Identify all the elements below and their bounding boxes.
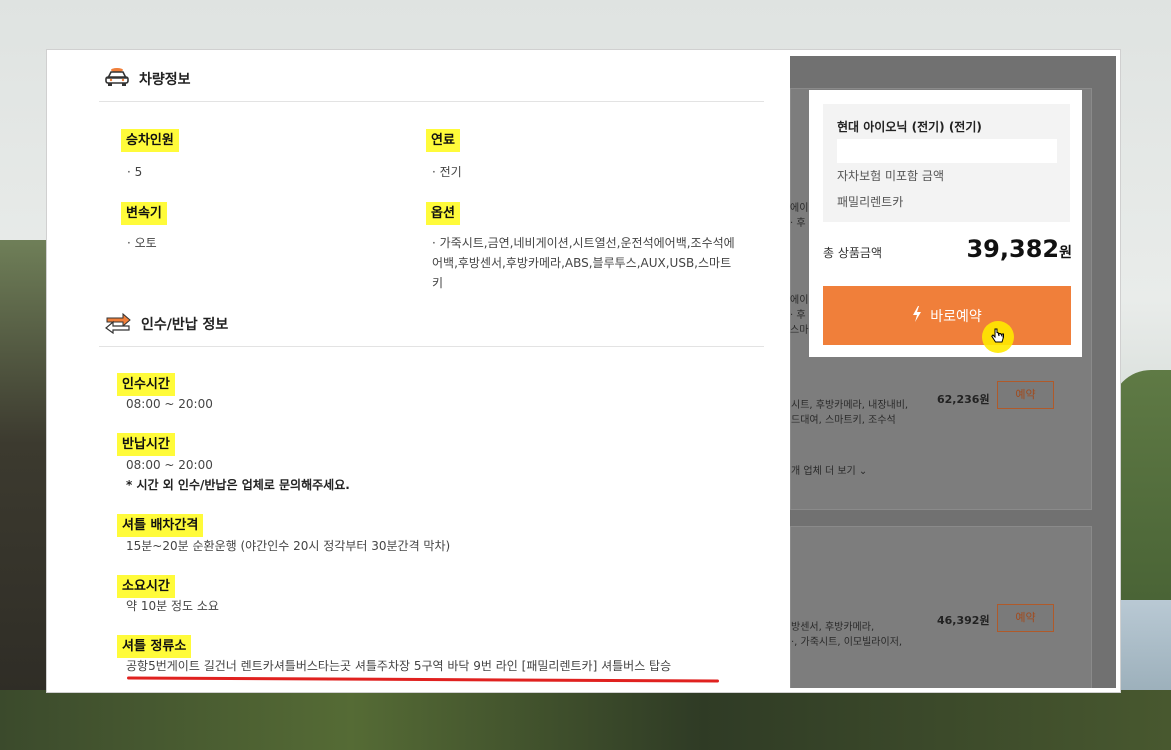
detail-panel: 차량정보 승차인원 · 5 연료 · 전기 변속기 · 오토 옵션 · 가죽시트… — [53, 56, 790, 688]
pickup-time-label: 인수시간 — [117, 373, 175, 396]
pickup-return-header: 인수/반납 정보 — [103, 310, 228, 338]
screenshot-frame: 차량정보 승차인원 · 5 연료 · 전기 변속기 · 오토 옵션 · 가죽시트… — [46, 49, 1121, 693]
row-price: 46,392원 — [937, 614, 990, 627]
return-time-label: 반납시간 — [117, 433, 175, 456]
row-price: 62,236원 — [937, 393, 990, 406]
transmission-value: · 오토 — [127, 236, 157, 250]
cursor-highlight — [982, 321, 1014, 353]
row-feature-text: 방센서, 후방카메라, — [791, 622, 875, 633]
row-feature-text: 시트, 후방카메라, 내장내비, — [791, 400, 909, 411]
exchange-arrows-icon — [103, 310, 133, 338]
insurance-note: 자차보험 미포함 금액 — [837, 169, 944, 183]
car-name: 현대 아이오닉 (전기) (전기) — [837, 120, 982, 134]
section-divider — [99, 101, 764, 102]
fuel-label: 연료 — [426, 129, 460, 152]
row-feature-text: ·, 가죽시트, 이모빌라이저, — [791, 637, 903, 648]
options-label: 옵션 — [426, 202, 460, 225]
section-divider — [99, 346, 764, 347]
company-name: 패밀리렌트카 — [837, 195, 904, 209]
more-companies-link[interactable]: 개 업체 더 보기 ⌄ — [791, 464, 867, 479]
capacity-value: · 5 — [127, 165, 143, 179]
background-foliage — [0, 690, 1171, 750]
row-feature-text: 드대여, 스마트키, 조수석 — [791, 415, 896, 426]
card-text: 에이 — [790, 203, 809, 214]
reserve-button[interactable]: 예약 — [997, 604, 1054, 632]
shuttle-interval-value: 15분~20분 순환운행 (야간인수 20시 정각부터 30분간격 막차) — [126, 539, 451, 553]
redacted-bar — [837, 139, 1057, 163]
card-text: 스마 — [790, 325, 809, 336]
duration-label: 소요시간 — [117, 575, 175, 598]
vehicle-info-header: 차량정보 — [103, 66, 191, 92]
card-text: · 후 — [790, 218, 806, 229]
shuttle-stop-value: 공항5번게이트 길건너 렌트카셔틀버스타는곳 셔틀주차장 5구역 바닥 9번 라… — [126, 659, 672, 673]
total-unit: 원 — [1059, 245, 1072, 261]
result-card: 방센서, 후방카메라, ·, 가죽시트, 이모빌라이저, 46,392원 예약 — [790, 526, 1092, 688]
reserve-button[interactable]: 예약 — [997, 381, 1054, 409]
shuttle-interval-label: 셔틀 배차간격 — [117, 514, 204, 537]
vehicle-info-title: 차량정보 — [139, 72, 191, 88]
pickup-return-title: 인수/반납 정보 — [141, 317, 229, 333]
return-note: * 시간 외 인수/반납은 업체로 문의해주세요. — [126, 478, 350, 492]
booking-summary-popup: 현대 아이오닉 (전기) (전기) 자차보험 미포함 금액 패밀리렌트카 총 상… — [809, 90, 1082, 357]
red-underline-annotation — [126, 676, 720, 683]
total-amount: 39,382 — [966, 235, 1060, 263]
fuel-value: · 전기 — [432, 165, 462, 179]
car-summary-box: 현대 아이오닉 (전기) (전기) 자차보험 미포함 금액 패밀리렌트카 — [823, 104, 1070, 222]
book-now-button[interactable]: 바로예약 — [823, 286, 1071, 345]
total-label: 총 상품금액 — [823, 246, 883, 260]
total-price: 39,382원 — [966, 235, 1072, 263]
pickup-time-value: 08:00 ~ 20:00 — [126, 397, 213, 411]
card-text: 에이 — [790, 295, 809, 306]
card-text: · 후 — [790, 310, 806, 321]
hand-pointer-icon — [991, 328, 1005, 350]
options-value: · 가죽시트,금연,네비게이션,시트열선,운전석에어백,조수석에어백,후방센서,… — [432, 236, 735, 290]
shuttle-stop-label: 셔틀 정류소 — [117, 635, 192, 658]
browser-capture: 차량정보 승차인원 · 5 연료 · 전기 변속기 · 오토 옵션 · 가죽시트… — [53, 56, 1116, 688]
return-time-value: 08:00 ~ 20:00 — [126, 458, 213, 472]
lightning-icon — [912, 305, 922, 326]
duration-value: 약 10분 정도 소요 — [126, 599, 219, 613]
capacity-label: 승차인원 — [121, 129, 179, 152]
transmission-label: 변속기 — [121, 202, 167, 225]
book-now-label: 바로예약 — [930, 308, 982, 325]
car-icon — [103, 66, 131, 92]
